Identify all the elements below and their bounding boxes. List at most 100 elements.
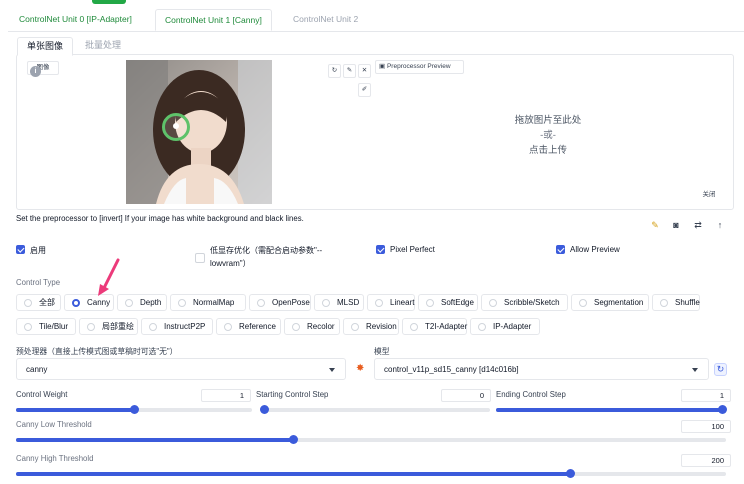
control-weight-input[interactable]: 1 [201, 389, 251, 402]
tab-unit-1[interactable]: ControlNet Unit 1 [Canny] [155, 9, 272, 31]
ending-step-input[interactable]: 1 [681, 389, 731, 402]
preprocessor-select[interactable]: canny [16, 358, 346, 380]
preview-icon: ▣ [379, 63, 386, 70]
radio-label: Shuffle [675, 298, 700, 307]
control-type-item-1[interactable]: 局部重绘 [79, 318, 138, 335]
model-select[interactable]: control_v11p_sd15_canny [d14c016b] [374, 358, 709, 380]
starting-step-input[interactable]: 0 [441, 389, 491, 402]
canny-high-slider[interactable] [16, 469, 726, 478]
notepad-icon[interactable]: ✎ [649, 219, 661, 231]
control-type-scribble-sketch[interactable]: Scribble/Sketch [481, 294, 568, 311]
tab-unit-2[interactable]: ControlNet Unit 2 [284, 9, 367, 29]
chevron-down-icon [692, 368, 698, 372]
control-type-revision[interactable]: Revision [343, 318, 399, 335]
send-up-icon[interactable]: ↑ [714, 219, 726, 231]
info-icon: i [30, 66, 41, 77]
ending-step-slider[interactable] [496, 405, 727, 414]
radio-button[interactable] [72, 299, 80, 307]
canny-low-slider[interactable] [16, 435, 726, 444]
control-type-openpose[interactable]: OpenPose [249, 294, 311, 311]
preprocessor-label: 预处理器（直接上传模式图或草稿时可选"无"） [16, 347, 178, 356]
canny-low-input[interactable]: 100 [681, 420, 731, 433]
radio-button[interactable] [426, 299, 434, 307]
radio-label: Depth [140, 298, 162, 307]
radio-button[interactable] [87, 323, 95, 331]
radio-button[interactable] [24, 299, 32, 307]
run-preprocessor-icon[interactable]: ✸ [356, 364, 364, 374]
starting-step-slider[interactable] [260, 405, 490, 414]
radio-button[interactable] [478, 323, 486, 331]
radio-button[interactable] [224, 323, 232, 331]
swap-icon[interactable]: ⇄ [692, 219, 704, 231]
radio-label: MLSD [337, 298, 360, 307]
control-type-normalmap[interactable]: NormalMap [170, 294, 246, 311]
radio-button[interactable] [351, 323, 359, 331]
control-type-reference[interactable]: Reference [216, 318, 281, 335]
radio-label: Lineart [390, 298, 415, 307]
radio-button[interactable] [178, 299, 186, 307]
control-type-shuffle[interactable]: Shuffle [652, 294, 700, 311]
radio-button[interactable] [322, 299, 330, 307]
starting-step-thumb[interactable] [260, 405, 269, 414]
radio-button[interactable] [24, 323, 32, 331]
image-upload-area[interactable] [16, 54, 734, 210]
control-type-segmentation[interactable]: Segmentation [571, 294, 649, 311]
control-type-depth[interactable]: Depth [117, 294, 167, 311]
enable-checkbox[interactable] [16, 245, 25, 254]
radio-button[interactable] [375, 299, 383, 307]
ending-step-thumb[interactable] [718, 405, 727, 414]
close-button[interactable]: 关闭 [698, 189, 720, 201]
preprocessor-value: canny [26, 365, 48, 374]
top-accent-bar [92, 0, 126, 4]
uploaded-image[interactable] [126, 60, 272, 204]
portrait-image [126, 60, 272, 204]
radio-label: SoftEdge [441, 298, 474, 307]
control-weight-thumb[interactable] [130, 405, 139, 414]
rotate-icon[interactable]: ↻ [328, 64, 341, 78]
pixel-perfect-checkbox[interactable] [376, 245, 385, 254]
refresh-models-icon[interactable]: ↻ [714, 363, 727, 376]
radio-label: OpenPose [272, 298, 310, 307]
edit-icon[interactable]: ✎ [343, 64, 356, 78]
cursor-dot [173, 123, 179, 129]
control-type-t2i-adapter[interactable]: T2I-Adapter [402, 318, 467, 335]
control-type-instructp2p[interactable]: InstructP2P [141, 318, 213, 335]
canny-low-thumb[interactable] [288, 435, 298, 444]
radio-button[interactable] [410, 323, 418, 331]
canny-high-input[interactable]: 200 [681, 454, 731, 467]
radio-label: InstructP2P [164, 322, 206, 331]
control-weight-slider[interactable] [16, 405, 252, 414]
radio-button[interactable] [579, 299, 587, 307]
model-label: 模型 [374, 347, 390, 356]
control-type-ip-adapter[interactable]: IP-Adapter [470, 318, 540, 335]
radio-label: Recolor [307, 322, 335, 331]
lowvram-label-line1: 低显存优化（需配合启动参数"-- [210, 246, 323, 255]
brush-icon[interactable]: ✐ [358, 83, 371, 97]
camera-icon[interactable]: ◙ [670, 219, 682, 231]
control-type-softedge[interactable]: SoftEdge [418, 294, 478, 311]
lowvram-checkbox[interactable] [195, 253, 205, 263]
close-image-icon[interactable]: ✕ [358, 64, 371, 78]
control-type-item-0[interactable]: 全部 [16, 294, 61, 311]
tab-single-image[interactable]: 单张图像 [17, 37, 74, 56]
tab-batch[interactable]: 批量处理 [76, 37, 130, 54]
radio-button[interactable] [660, 299, 668, 307]
canny-high-label: Canny High Threshold [16, 454, 94, 463]
radio-button[interactable] [292, 323, 300, 331]
radio-button[interactable] [125, 299, 133, 307]
control-type-recolor[interactable]: Recolor [284, 318, 340, 335]
radio-button[interactable] [149, 323, 157, 331]
invert-hint-text: Set the preprocessor to [invert] If your… [16, 214, 304, 223]
radio-button[interactable] [257, 299, 265, 307]
drop-hint-line1: 拖放图片至此处 [514, 115, 582, 126]
allow-preview-checkbox[interactable] [556, 245, 565, 254]
preprocessor-preview-label: Preprocessor Preview [386, 63, 451, 70]
canny-high-thumb[interactable] [565, 469, 575, 478]
radio-label: NormalMap [193, 298, 235, 307]
radio-button[interactable] [489, 299, 497, 307]
control-type-lineart[interactable]: Lineart [367, 294, 415, 311]
control-type-mlsd[interactable]: MLSD [314, 294, 364, 311]
preprocessor-preview-button[interactable]: ▣ Preprocessor Preview [375, 60, 464, 74]
tab-unit-0[interactable]: ControlNet Unit 0 [IP-Adapter] [10, 9, 141, 29]
control-type-tile-blur[interactable]: Tile/Blur [16, 318, 76, 335]
